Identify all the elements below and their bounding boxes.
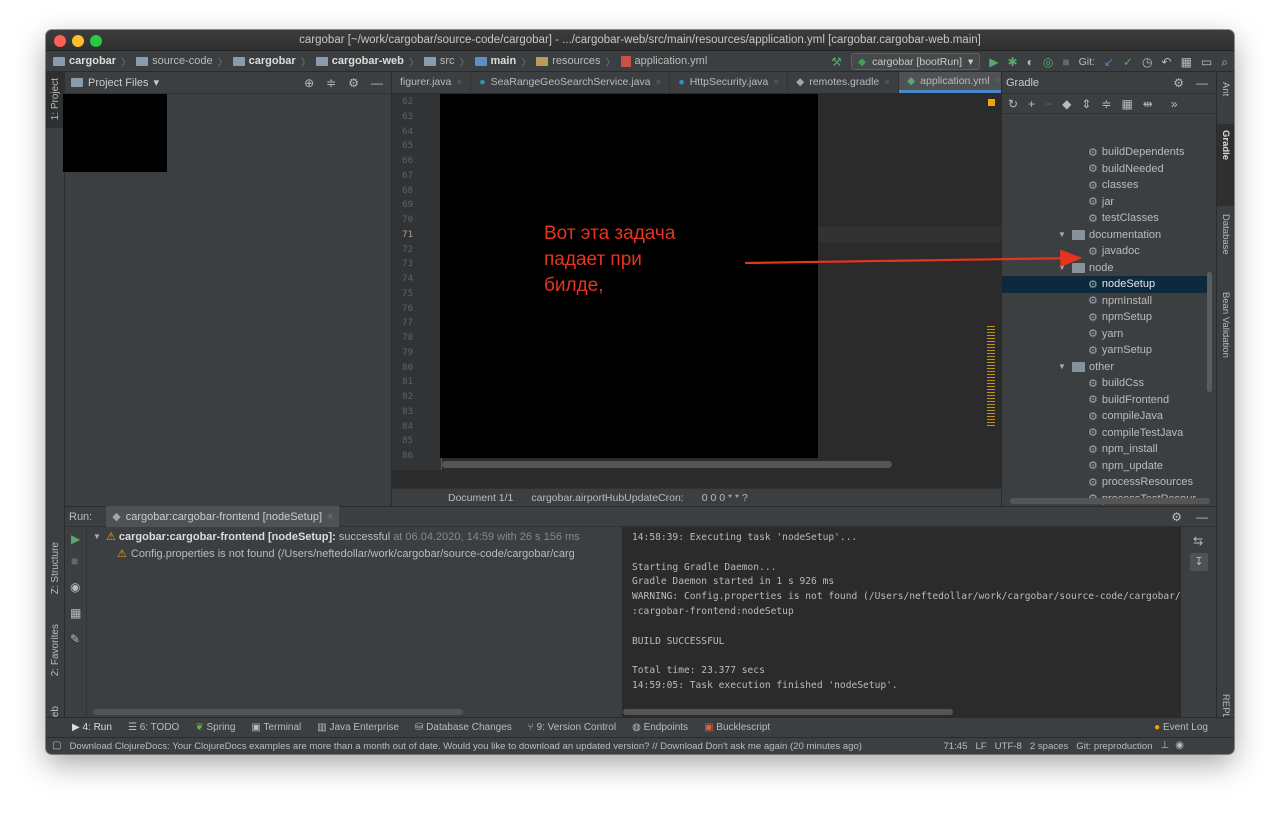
annotation-arrow <box>744 249 1083 268</box>
